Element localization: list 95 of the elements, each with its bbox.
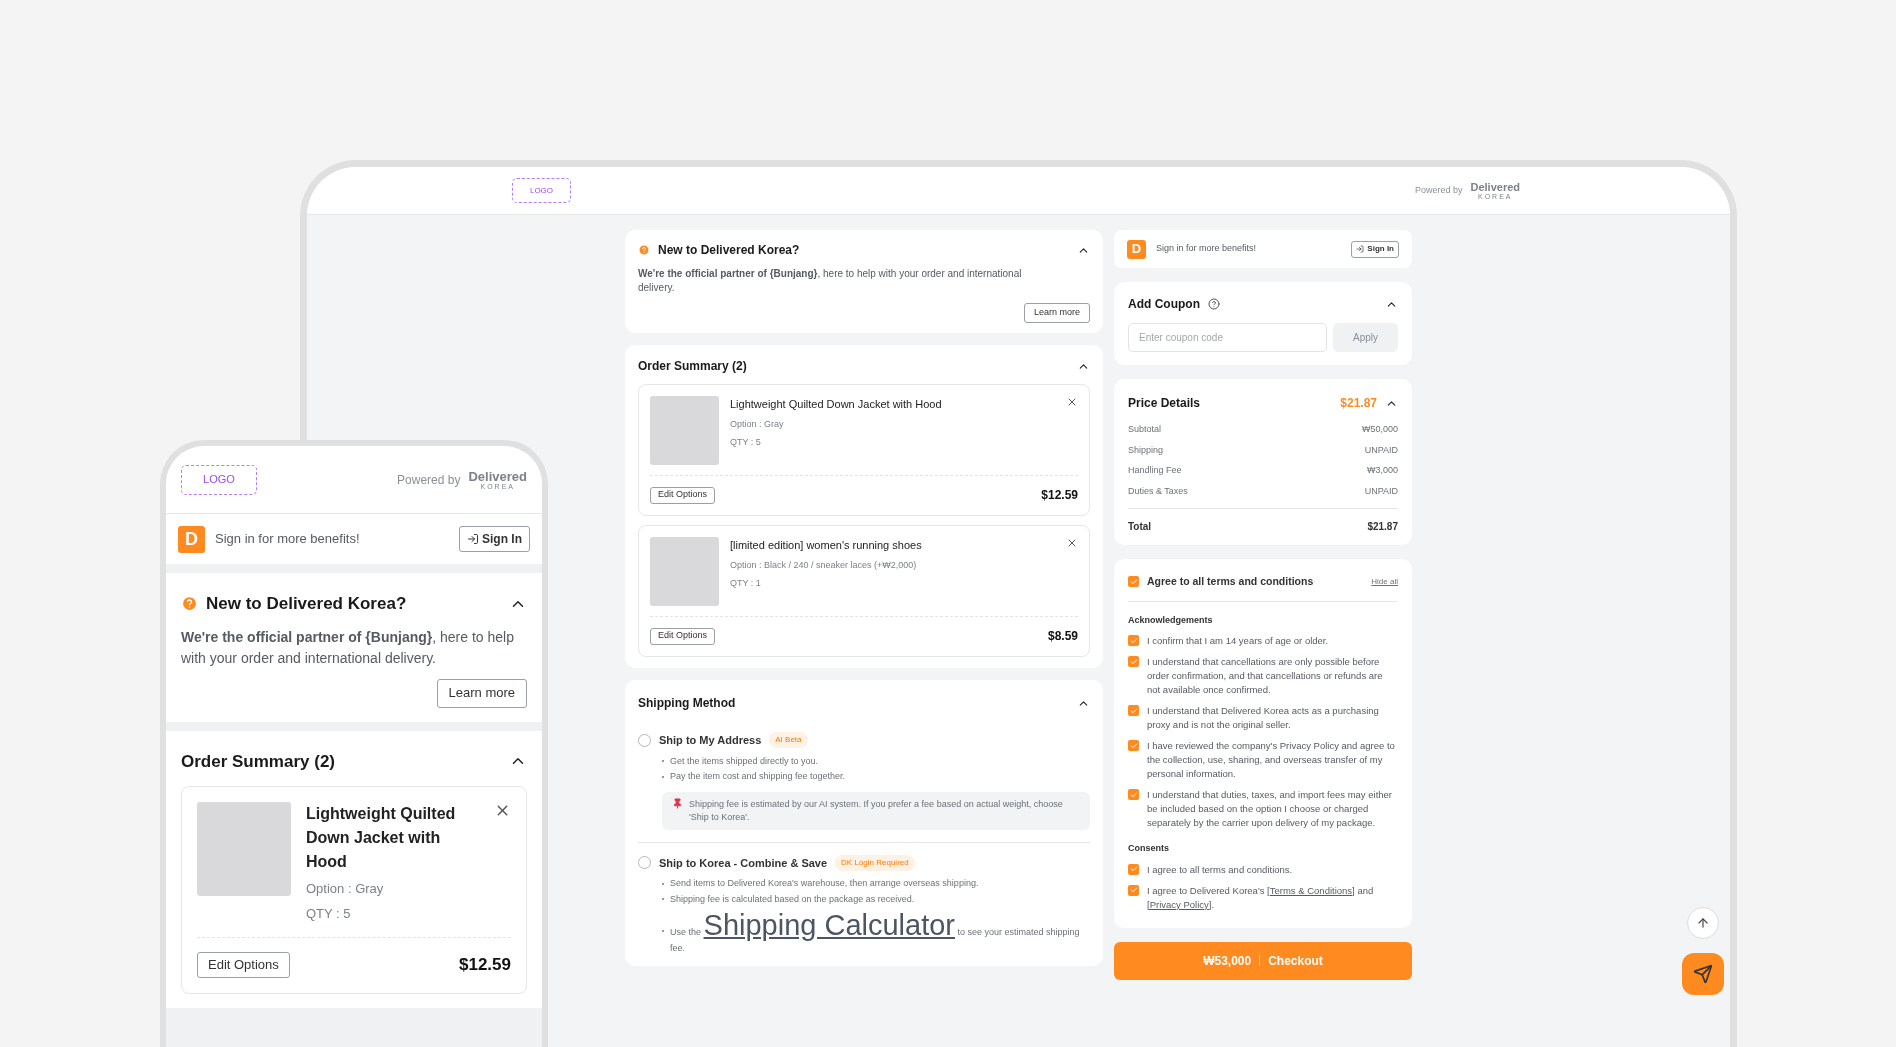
terms-text: I understand that Delivered Korea acts as a purchasing proxy and is not the original seller. xyxy=(1147,704,1380,733)
checkbox[interactable] xyxy=(1128,740,1139,752)
product-quantity: QTY : 5 xyxy=(306,904,352,923)
learn-more-button[interactable]: Learn more xyxy=(1023,303,1090,323)
price-label: Shipping xyxy=(1128,443,1164,457)
section-title: Shipping Method xyxy=(638,695,736,712)
powered-by-label: Powered by xyxy=(1414,183,1463,197)
logo-text: LOGO xyxy=(203,472,235,488)
price-total-header: $21.87 xyxy=(1340,395,1377,412)
checkbox[interactable] xyxy=(1128,789,1139,801)
terms-text: I agree to all terms and conditions. xyxy=(1147,862,1293,877)
help-icon[interactable] xyxy=(1208,298,1220,310)
terms-text: I have reviewed the company's Privacy Policy and agree to the collection, use, sharing, and overseas transfer of my personal information. xyxy=(1147,739,1396,782)
brand-badge: D xyxy=(1127,239,1146,259)
powered-by-label: Powered by xyxy=(397,471,461,489)
scroll-up-button[interactable] xyxy=(1687,907,1719,939)
item-price: $8.59 xyxy=(1047,628,1078,645)
note-text: Shipping fee is estimated by our AI system. If you prefer a fee based on actual weight, choose 'Ship to Korea'. xyxy=(689,797,1064,824)
hide-all-link[interactable]: Hide all xyxy=(1371,575,1398,588)
section-title: Price Details xyxy=(1128,395,1201,412)
checkbox[interactable] xyxy=(1128,656,1139,668)
checkbox[interactable] xyxy=(1128,884,1139,896)
intro-text: We're the official partner of {Bunjang}, here to help with your order and international delivery. xyxy=(638,267,1023,295)
section-title: Order Summary (2) xyxy=(181,750,335,773)
bullet-text: Shipping fee is calculated based on the package as received. xyxy=(670,892,915,906)
sign-in-button[interactable]: Sign In xyxy=(459,526,530,552)
learn-more-button[interactable]: Learn more xyxy=(436,678,527,708)
price-value: ₩50,000 xyxy=(1361,423,1398,436)
checkbox[interactable] xyxy=(1128,576,1139,588)
send-icon xyxy=(1693,964,1713,984)
checkbox[interactable] xyxy=(1128,863,1139,875)
login-icon xyxy=(467,533,479,545)
shipping-calculator-link[interactable]: Shipping Calculator xyxy=(703,909,956,941)
intro-title: New to Delivered Korea? xyxy=(658,242,800,259)
product-option: Option : Gray xyxy=(306,879,511,899)
price-label: Subtotal xyxy=(1128,423,1162,436)
price-label: Handling Fee xyxy=(1128,464,1182,477)
section-title: Order Summary (2) xyxy=(638,358,747,375)
signin-prompt: Sign in for more benefits! xyxy=(1156,242,1257,256)
help-icon xyxy=(638,244,650,256)
pin-icon xyxy=(672,797,683,809)
coupon-input[interactable]: Enter coupon code xyxy=(1128,323,1327,352)
product-name: Lightweight Quilted Down Jacket with Hood xyxy=(306,804,457,872)
agree-all-label: Agree to all terms and conditions xyxy=(1147,574,1314,589)
terms-text: I understand that cancellations are only possible before order confirmation, and that cancellations or refunds are not available once confirmed. xyxy=(1147,655,1384,698)
product-option: Option : Gray xyxy=(730,417,1078,431)
bullet-text: Use the Shipping Calculator to see your estimated shipping fee. xyxy=(670,908,1081,954)
price-value: ₩3,000 xyxy=(1366,464,1398,477)
edit-options-button[interactable]: Edit Options xyxy=(650,486,716,504)
login-icon xyxy=(1356,245,1365,253)
product-name: [limited edition] women's running shoes xyxy=(730,538,922,553)
terms-text: I understand that duties, taxes, and import fees may either be included based on the option I choose or charged separately by the carrier upon delivery of my package. xyxy=(1147,788,1394,831)
group-title: Consents xyxy=(1128,842,1170,856)
bullet-text: Pay the item cost and shipping fee together. xyxy=(670,770,846,783)
intro-title: New to Delivered Korea? xyxy=(206,593,407,615)
terms-text: I agree to Delivered Korea's [Terms & Conditions] and [Privacy Policy]. xyxy=(1147,883,1375,912)
product-quantity: QTY : 1 xyxy=(730,577,762,590)
product-name: Lightweight Quilted Down Jacket with Hood xyxy=(730,397,942,412)
help-icon xyxy=(181,595,198,613)
option-tag: AI Beta xyxy=(769,732,808,749)
group-title: Acknowledgements xyxy=(1128,613,1214,627)
edit-options-button[interactable]: Edit Options xyxy=(650,627,716,645)
shipping-option-label: Ship to Korea - Combine & Save xyxy=(659,855,828,871)
checkbox[interactable] xyxy=(1128,635,1139,647)
brand-badge: D xyxy=(178,525,205,553)
price-value: UNPAID xyxy=(1364,484,1398,498)
signin-prompt: Sign in for more benefits! xyxy=(215,530,360,549)
total-value: $21.87 xyxy=(1367,520,1398,534)
edit-options-button[interactable]: Edit Options xyxy=(197,952,290,978)
price-label: Duties & Taxes xyxy=(1128,484,1188,498)
checkout-amount: ₩53,000 xyxy=(1203,952,1252,970)
section-title: Add Coupon xyxy=(1128,296,1200,313)
product-option: Option : Black / 240 / sneaker laces (+₩2,000) xyxy=(730,558,1078,572)
price-value: UNPAID xyxy=(1364,443,1398,457)
item-price: $12.59 xyxy=(1041,487,1078,504)
bullet-text: Send items to Delivered Korea's warehouse, then arrange overseas shipping. xyxy=(670,877,979,890)
send-button[interactable] xyxy=(1682,953,1724,995)
bullet-text: Get the items shipped directly to you. xyxy=(670,754,819,768)
photo-placeholder xyxy=(650,537,719,606)
intro-text: We're the official partner of {Bunjang}, here to help with your order and international delivery. xyxy=(181,627,515,668)
close-icon[interactable] xyxy=(1066,537,1078,549)
checkout-label: Checkout xyxy=(1268,952,1323,970)
arrow-up-icon xyxy=(1696,916,1710,930)
product-quantity: QTY : 5 xyxy=(730,436,762,449)
option-tag: DK Login Required xyxy=(835,854,915,871)
shipping-option-label: Ship to My Address xyxy=(659,733,762,748)
sign-in-button[interactable]: Sign In xyxy=(1351,240,1399,258)
terms-text: I confirm that I am 14 years of age or older. xyxy=(1147,634,1329,649)
item-price: $12.59 xyxy=(459,954,511,977)
photo-placeholder xyxy=(650,396,719,465)
close-icon[interactable] xyxy=(1066,396,1078,408)
policy-link[interactable]: [Terms & Conditions] xyxy=(1267,884,1355,896)
checkbox[interactable] xyxy=(1128,705,1139,717)
total-label: Total xyxy=(1128,520,1152,534)
logo-text: LOGO xyxy=(529,184,554,197)
